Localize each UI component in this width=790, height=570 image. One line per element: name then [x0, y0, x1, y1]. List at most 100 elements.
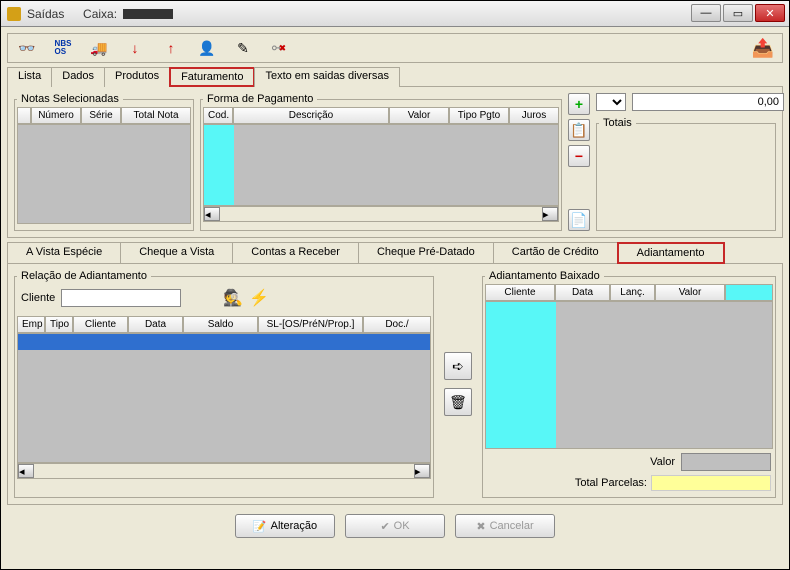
minimize-button[interactable]: —: [691, 4, 721, 22]
forma-pagamento: Forma de Pagamento Cod. Descrição Valor …: [200, 93, 562, 231]
col-doc[interactable]: Doc./: [363, 316, 431, 333]
relacao-legend: Relação de Adiantamento: [17, 270, 151, 282]
col-bvalor[interactable]: Valor: [655, 284, 725, 301]
person-icon[interactable]: 👤: [196, 37, 218, 59]
forma-legend: Forma de Pagamento: [203, 93, 317, 105]
subtab-contas-receber[interactable]: Contas a Receber: [232, 242, 359, 264]
col-bdata[interactable]: Data: [555, 284, 610, 301]
toolbar: 👓 NBSOS 🚚 ↓ ↑ 👤 ✎ ⚯✖ 📤: [7, 33, 783, 63]
delete-button[interactable]: 🗑: [444, 388, 472, 416]
edit-icon: 📝: [253, 520, 267, 533]
subtab-avista[interactable]: A Vista Espécie: [7, 242, 121, 264]
valor-label: Valor: [650, 456, 675, 468]
faturamento-body: Notas Selecionadas Número Série Total No…: [7, 86, 783, 238]
subtab-cheque-vista[interactable]: Cheque a Vista: [120, 242, 233, 264]
notas-grid[interactable]: [17, 124, 191, 224]
titlebar: Saídas Caixa: — ▭ ✕: [1, 1, 789, 27]
col-bextra[interactable]: [725, 284, 773, 301]
notas-selecionadas: Notas Selecionadas Número Série Total No…: [14, 93, 194, 231]
baixado-legend: Adiantamento Baixado: [485, 270, 604, 282]
ok-button[interactable]: ✔ OK: [345, 514, 445, 538]
adiantamento-baixado: Adiantamento Baixado Cliente Data Lanç. …: [482, 270, 776, 498]
footer: 📝 Alteração ✔ OK ✖ Cancelar: [7, 509, 783, 543]
arrow-down-icon[interactable]: ↓: [124, 37, 146, 59]
pen-icon[interactable]: ✎: [232, 37, 254, 59]
baixado-grid[interactable]: [485, 301, 773, 449]
add-button[interactable]: +: [568, 93, 590, 115]
main-tabs: Lista Dados Produtos Faturamento Texto e…: [7, 67, 783, 87]
adiantamento-body: Relação de Adiantamento Cliente 🕵️ ⚡ Emp…: [7, 263, 783, 505]
total-parcelas-value: [651, 475, 771, 491]
notas-legend: Notas Selecionadas: [17, 93, 123, 105]
col-saldo[interactable]: Saldo: [183, 316, 258, 333]
truck-icon[interactable]: 🚚: [88, 37, 110, 59]
content: 👓 NBSOS 🚚 ↓ ↑ 👤 ✎ ⚯✖ 📤 Lista Dados Produ…: [1, 27, 789, 569]
nbs-icon[interactable]: NBSOS: [52, 37, 74, 59]
cliente-label: Cliente: [21, 292, 55, 304]
move-right-button[interactable]: ➪: [444, 352, 472, 380]
relacao-adiantamento: Relação de Adiantamento Cliente 🕵️ ⚡ Emp…: [14, 270, 434, 498]
scroll-right[interactable]: ▸: [414, 464, 430, 478]
tab-lista[interactable]: Lista: [7, 67, 52, 87]
title-text: Saídas: [27, 7, 64, 21]
close-button[interactable]: ✕: [755, 4, 785, 22]
tab-produtos[interactable]: Produtos: [104, 67, 170, 87]
relacao-hscroll[interactable]: ◂ ▸: [17, 463, 431, 479]
col-cod[interactable]: Cod.: [203, 107, 233, 124]
subtab-cheque-pre[interactable]: Cheque Pré-Datado: [358, 242, 494, 264]
col-total[interactable]: Total Nota: [121, 107, 191, 124]
col-serie[interactable]: Série: [81, 107, 121, 124]
scroll-right[interactable]: ▸: [542, 207, 558, 221]
check-icon: ✔: [380, 520, 389, 533]
relacao-grid[interactable]: [17, 333, 431, 463]
col-emp[interactable]: Emp: [17, 316, 45, 333]
tab-faturamento[interactable]: Faturamento: [169, 67, 255, 87]
tab-texto[interactable]: Texto em saidas diversas: [254, 67, 400, 87]
col-descricao[interactable]: Descrição: [233, 107, 389, 124]
sub-tabs: A Vista Espécie Cheque a Vista Contas a …: [7, 242, 783, 264]
top-dropdown[interactable]: [596, 93, 626, 111]
caixa-value-redacted: [123, 9, 173, 19]
col-bcliente[interactable]: Cliente: [485, 284, 555, 301]
col-data[interactable]: Data: [128, 316, 183, 333]
subtab-adiantamento[interactable]: Adiantamento: [617, 242, 725, 264]
alteracao-button[interactable]: 📝 Alteração: [235, 514, 335, 538]
col-tipo[interactable]: Tipo: [45, 316, 73, 333]
top-value-input[interactable]: [632, 93, 784, 111]
scroll-left[interactable]: ◂: [18, 464, 34, 478]
scroll-left[interactable]: ◂: [204, 207, 220, 221]
subtab-cartao[interactable]: Cartão de Crédito: [493, 242, 618, 264]
cliente-input[interactable]: [61, 289, 181, 307]
forma-hscroll[interactable]: ◂ ▸: [203, 206, 559, 222]
col-cliente[interactable]: Cliente: [73, 316, 128, 333]
remove-button[interactable]: −: [568, 145, 590, 167]
valor-input[interactable]: [681, 453, 771, 471]
glasses-icon[interactable]: 👓: [16, 37, 38, 59]
caixa-label: Caixa:: [83, 7, 117, 21]
total-parcelas-label: Total Parcelas:: [575, 477, 647, 489]
doc-button[interactable]: 📄: [568, 209, 590, 231]
cancel-icon: ✖: [476, 520, 485, 533]
forma-grid[interactable]: [203, 124, 559, 206]
col-sl[interactable]: SL-[OS/PréN/Prop.]: [258, 316, 363, 333]
col-juros[interactable]: Juros: [509, 107, 559, 124]
copy-button[interactable]: 📋: [568, 119, 590, 141]
tab-dados[interactable]: Dados: [51, 67, 105, 87]
app-icon: [7, 7, 21, 21]
window-title: Saídas Caixa:: [27, 7, 173, 21]
exit-icon[interactable]: 📤: [752, 37, 774, 59]
lightning-icon[interactable]: ⚡: [249, 288, 269, 308]
window: Saídas Caixa: — ▭ ✕ 👓 NBSOS 🚚 ↓ ↑ 👤 ✎ ⚯✖…: [0, 0, 790, 570]
person-suit-icon[interactable]: 🕵️: [223, 288, 243, 308]
totais: Totais: [596, 117, 776, 231]
cancel-button[interactable]: ✖ Cancelar: [455, 514, 555, 538]
maximize-button[interactable]: ▭: [723, 4, 753, 22]
col-tipopgto[interactable]: Tipo Pgto: [449, 107, 509, 124]
col-valor[interactable]: Valor: [389, 107, 449, 124]
col-numero[interactable]: Número: [31, 107, 81, 124]
col-blanc[interactable]: Lanç.: [610, 284, 655, 301]
totais-legend: Totais: [599, 117, 636, 129]
arrow-up-icon[interactable]: ↑: [160, 37, 182, 59]
forma-side-buttons: + 📋 − 📄: [568, 93, 590, 231]
link-broken-icon[interactable]: ⚯✖: [268, 37, 290, 59]
